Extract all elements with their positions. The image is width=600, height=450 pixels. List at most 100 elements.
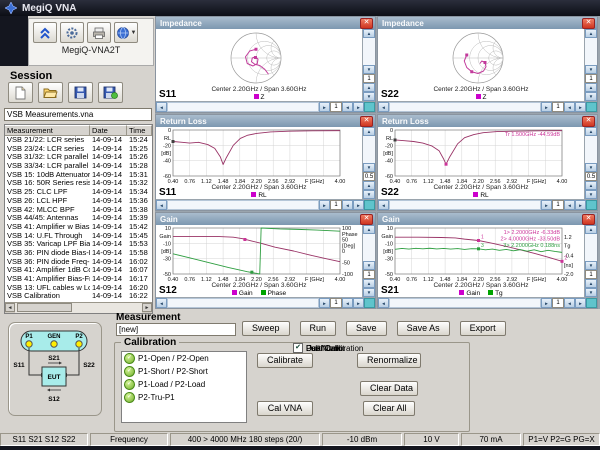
table-row[interactable]: VSB 41: Amplifier 1dB Comp 14-09-14 16:0… — [5, 266, 152, 275]
scroll-right-icon[interactable]: ► — [142, 303, 152, 312]
vscale-value[interactable]: 1 — [585, 74, 597, 83]
table-row[interactable]: VSB 26: LCL HPF 14-09-14 15:36 — [5, 197, 152, 206]
horizontal-scrollbar[interactable]: ◄ ► 1 ◄ ► — [156, 199, 375, 210]
scroll-right-icon[interactable]: ► — [541, 200, 552, 210]
table-row[interactable]: VSB 23/24: LCR series 14-09-14 15:25 — [5, 145, 152, 154]
table-row[interactable]: VSB 44/45: Antennas 14-09-14 15:39 — [5, 214, 152, 223]
chart-area[interactable]: 10Gain-10[dB]-30-501.2Tg-0.4[ns]-2.00.40… — [378, 225, 584, 297]
pan-left-icon[interactable]: ◄ — [564, 200, 575, 210]
panel-corner-button[interactable] — [364, 200, 375, 210]
chart-area[interactable]: S22 Center 2.20GHz / Span 3.60GHz Z — [378, 29, 584, 101]
measurement-action-button[interactable]: Save As — [397, 321, 450, 336]
panel-titlebar[interactable]: Return Loss ✕ — [156, 115, 375, 127]
pan-right-icon[interactable]: ► — [353, 200, 364, 210]
vertical-scrollbar[interactable]: ▲ ▼ 0.5 ▲ ▼ — [584, 127, 597, 199]
zoom-out-icon[interactable]: ▼ — [585, 92, 597, 101]
vertical-scrollbar[interactable]: ▲ ▼ 0.5 ▲ ▼ — [362, 127, 375, 199]
save-session-as-button[interactable] — [98, 82, 123, 103]
scroll-down-icon[interactable]: ▼ — [363, 163, 375, 172]
calibration-checkbox[interactable]: Port Norm. — [293, 343, 345, 353]
new-session-button[interactable] — [8, 82, 33, 103]
vscale-value[interactable]: 1 — [363, 270, 375, 279]
zoom-in-icon[interactable]: ▲ — [585, 83, 597, 92]
vscale-value[interactable]: 0.5 — [585, 172, 597, 181]
measurement-name-input[interactable] — [116, 323, 236, 336]
session-file-input[interactable] — [4, 108, 152, 121]
pan-left-icon[interactable]: ◄ — [564, 298, 575, 308]
measurement-action-button[interactable]: Save — [346, 321, 387, 336]
horizontal-scrollbar[interactable]: ◄ ► 1 ◄ ► — [378, 199, 597, 210]
connect-button[interactable] — [33, 22, 57, 43]
zoom-out-icon[interactable]: ▼ — [363, 92, 375, 101]
pan-left-icon[interactable]: ◄ — [342, 200, 353, 210]
scroll-down-icon[interactable]: ▼ — [585, 163, 597, 172]
scroll-right-icon[interactable]: ► — [319, 298, 330, 308]
scroll-up-icon[interactable]: ▲ — [363, 29, 375, 38]
vscale-value[interactable]: 0.5 — [363, 172, 375, 181]
close-icon[interactable]: ✕ — [582, 116, 595, 127]
column-header[interactable]: Time — [127, 125, 152, 136]
panel-corner-button[interactable] — [364, 102, 375, 112]
calibration-list-item[interactable]: ✓ P2-Tru-P1 — [122, 391, 246, 404]
measurement-action-button[interactable]: Sweep — [242, 321, 290, 336]
dropdown-caret-icon[interactable]: ▼ — [131, 30, 137, 36]
measurement-table[interactable]: MeasurementDateTime VSB 21/22: LCR serie… — [4, 124, 153, 314]
scroll-thumb[interactable] — [17, 303, 72, 312]
vertical-scrollbar[interactable]: ▲ ▼ 1 ▲ ▼ — [584, 29, 597, 101]
clear-data-button[interactable]: Clear Data — [360, 381, 418, 396]
table-row[interactable]: VSB 15: 10dB Attenuator 14-09-14 15:31 — [5, 171, 152, 180]
scroll-up-icon[interactable]: ▲ — [363, 225, 375, 234]
scroll-right-icon[interactable]: ► — [319, 102, 330, 112]
horizontal-scrollbar[interactable]: ◄ ► 1 ◄ ► — [156, 101, 375, 112]
calibration-list-item[interactable]: ✓ P1-Open / P2-Open — [122, 352, 246, 365]
table-row[interactable]: VSB 36: PIN diode Bias-Freq 14-09-14 15:… — [5, 249, 152, 258]
horizontal-scrollbar[interactable]: ◄ ► 1 ◄ ► — [378, 297, 597, 308]
vertical-scrollbar[interactable]: ▲ ▼ 1 ▲ ▼ — [362, 29, 375, 101]
scroll-right-icon[interactable]: ► — [541, 102, 552, 112]
table-row[interactable]: VSB 35: Varicap LPF Bias-Fr. 14-09-14 15… — [5, 240, 152, 249]
scroll-down-icon[interactable]: ▼ — [585, 65, 597, 74]
panel-corner-button[interactable] — [586, 298, 597, 308]
pan-left-icon[interactable]: ◄ — [342, 298, 353, 308]
chart-area[interactable]: 10Gain-10[dB]-30-50100Phase50[Deg]0-50-1… — [156, 225, 362, 297]
scroll-left-icon[interactable]: ◄ — [156, 200, 167, 210]
table-row[interactable]: VSB Calibration 14-09-14 16:22 — [5, 292, 152, 301]
scroll-left-icon[interactable]: ◄ — [5, 303, 15, 312]
vertical-scrollbar[interactable]: ▲ ▼ 1 ▲ ▼ — [584, 225, 597, 297]
panel-titlebar[interactable]: Return Loss ✕ — [378, 115, 597, 127]
scroll-right-icon[interactable]: ► — [541, 298, 552, 308]
scroll-down-icon[interactable]: ▼ — [363, 65, 375, 74]
horizontal-scrollbar[interactable]: ◄ ► 1 ◄ ► — [156, 297, 375, 308]
calibration-list-item[interactable]: ✓ P1-Short / P2-Short — [122, 365, 246, 378]
scroll-left-icon[interactable]: ◄ — [378, 102, 389, 112]
web-button[interactable]: ▼ — [114, 22, 138, 43]
table-row[interactable]: VSB 41: Amplifier w Bias 14-09-14 15:42 — [5, 223, 152, 232]
table-row[interactable]: VSB 16: 50R Series resistor 14-09-14 15:… — [5, 179, 152, 188]
column-header[interactable]: Measurement — [5, 125, 90, 136]
panel-corner-button[interactable] — [586, 200, 597, 210]
hscale-value[interactable]: 1 — [330, 102, 342, 112]
settings-button[interactable] — [60, 22, 84, 43]
zoom-out-icon[interactable]: ▼ — [585, 190, 597, 199]
zoom-out-icon[interactable]: ▼ — [363, 190, 375, 199]
zoom-in-icon[interactable]: ▲ — [363, 83, 375, 92]
zoom-out-icon[interactable]: ▼ — [363, 288, 375, 297]
vscale-value[interactable]: 1 — [363, 74, 375, 83]
panel-titlebar[interactable]: Impedance ✕ — [156, 17, 375, 29]
table-row[interactable]: VSB 42: MLCC BPF 14-09-14 15:38 — [5, 206, 152, 215]
chart-area[interactable]: 0RL-20[dB]-40-600.400.761.121.481.842.20… — [378, 127, 584, 199]
table-row[interactable]: VSB 14: U.FL Through 14-09-14 15:45 — [5, 232, 152, 241]
save-session-button[interactable] — [68, 82, 93, 103]
hscale-value[interactable]: 1 — [330, 298, 342, 308]
scroll-up-icon[interactable]: ▲ — [585, 225, 597, 234]
pan-right-icon[interactable]: ► — [575, 298, 586, 308]
close-icon[interactable]: ✕ — [582, 18, 595, 29]
table-row[interactable]: VSB 31/32: LCR parallel 14-09-14 15:26 — [5, 153, 152, 162]
panel-titlebar[interactable]: Gain ✕ — [378, 213, 597, 225]
scroll-left-icon[interactable]: ◄ — [156, 298, 167, 308]
pan-right-icon[interactable]: ► — [575, 200, 586, 210]
table-body[interactable]: VSB 21/22: LCR series 14-09-14 15:24 VSB… — [5, 136, 152, 302]
pan-right-icon[interactable]: ► — [353, 102, 364, 112]
scroll-left-icon[interactable]: ◄ — [378, 298, 389, 308]
pan-right-icon[interactable]: ► — [353, 298, 364, 308]
